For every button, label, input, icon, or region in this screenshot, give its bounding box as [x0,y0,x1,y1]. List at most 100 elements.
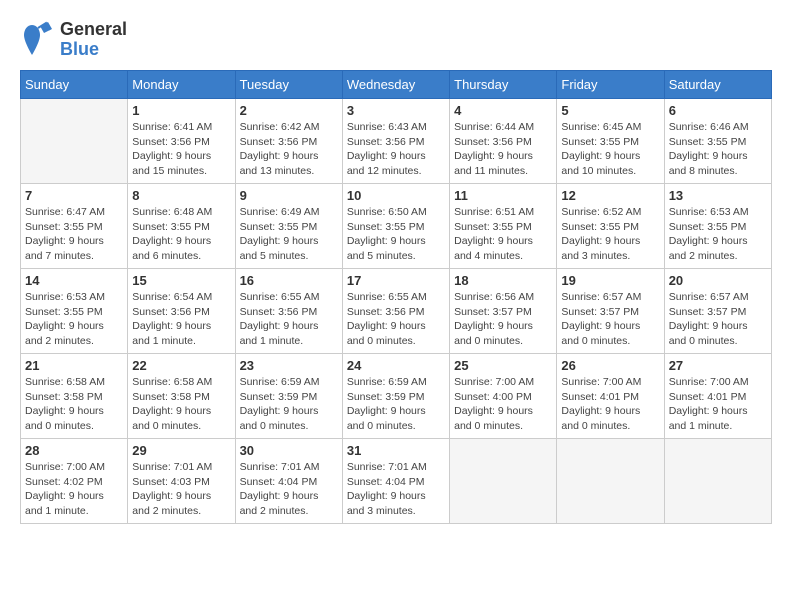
day-number: 9 [240,188,338,203]
sunset-label: Sunset: 3:55 PM [25,306,103,318]
sunset-label: Sunset: 3:56 PM [347,136,425,148]
day-number: 10 [347,188,445,203]
sunset-label: Sunset: 3:55 PM [669,136,747,148]
sunset-label: Sunset: 3:55 PM [669,221,747,233]
sunset-label: Sunset: 3:56 PM [240,136,318,148]
day-info: Sunrise: 6:41 AM Sunset: 3:56 PM Dayligh… [132,120,230,179]
daylight-label: Daylight: 9 hours and 0 minutes. [132,405,211,432]
day-info: Sunrise: 6:58 AM Sunset: 3:58 PM Dayligh… [25,375,123,434]
sunrise-label: Sunrise: 6:44 AM [454,121,534,133]
day-number: 17 [347,273,445,288]
day-number: 22 [132,358,230,373]
day-number: 23 [240,358,338,373]
calendar-cell: 11 Sunrise: 6:51 AM Sunset: 3:55 PM Dayl… [450,184,557,269]
day-number: 20 [669,273,767,288]
day-info: Sunrise: 7:00 AM Sunset: 4:01 PM Dayligh… [561,375,659,434]
sunrise-label: Sunrise: 6:58 AM [25,376,105,388]
daylight-label: Daylight: 9 hours and 11 minutes. [454,150,533,177]
sunrise-label: Sunrise: 6:48 AM [132,206,212,218]
day-info: Sunrise: 6:56 AM Sunset: 3:57 PM Dayligh… [454,290,552,349]
calendar-cell: 8 Sunrise: 6:48 AM Sunset: 3:55 PM Dayli… [128,184,235,269]
sunrise-label: Sunrise: 6:55 AM [240,291,320,303]
calendar-cell: 22 Sunrise: 6:58 AM Sunset: 3:58 PM Dayl… [128,354,235,439]
daylight-label: Daylight: 9 hours and 2 minutes. [25,320,104,347]
daylight-label: Daylight: 9 hours and 2 minutes. [132,490,211,517]
day-number: 18 [454,273,552,288]
sunrise-label: Sunrise: 6:49 AM [240,206,320,218]
calendar: SundayMondayTuesdayWednesdayThursdayFrid… [20,70,772,524]
calendar-cell: 16 Sunrise: 6:55 AM Sunset: 3:56 PM Dayl… [235,269,342,354]
sunset-label: Sunset: 3:55 PM [561,221,639,233]
daylight-label: Daylight: 9 hours and 13 minutes. [240,150,319,177]
day-info: Sunrise: 7:01 AM Sunset: 4:04 PM Dayligh… [240,460,338,519]
sunset-label: Sunset: 3:55 PM [347,221,425,233]
daylight-label: Daylight: 9 hours and 3 minutes. [347,490,426,517]
day-number: 25 [454,358,552,373]
day-info: Sunrise: 6:59 AM Sunset: 3:59 PM Dayligh… [240,375,338,434]
day-info: Sunrise: 7:00 AM Sunset: 4:02 PM Dayligh… [25,460,123,519]
day-info: Sunrise: 6:58 AM Sunset: 3:58 PM Dayligh… [132,375,230,434]
daylight-label: Daylight: 9 hours and 7 minutes. [25,235,104,262]
calendar-cell: 24 Sunrise: 6:59 AM Sunset: 3:59 PM Dayl… [342,354,449,439]
col-header-sunday: Sunday [21,71,128,99]
day-number: 29 [132,443,230,458]
calendar-cell: 7 Sunrise: 6:47 AM Sunset: 3:55 PM Dayli… [21,184,128,269]
calendar-cell: 3 Sunrise: 6:43 AM Sunset: 3:56 PM Dayli… [342,99,449,184]
day-info: Sunrise: 6:42 AM Sunset: 3:56 PM Dayligh… [240,120,338,179]
calendar-cell [557,439,664,524]
sunrise-label: Sunrise: 6:56 AM [454,291,534,303]
sunset-label: Sunset: 3:57 PM [561,306,639,318]
day-number: 19 [561,273,659,288]
day-number: 5 [561,103,659,118]
sunrise-label: Sunrise: 7:00 AM [454,376,534,388]
sunrise-label: Sunrise: 6:52 AM [561,206,641,218]
daylight-label: Daylight: 9 hours and 0 minutes. [240,405,319,432]
sunrise-label: Sunrise: 6:51 AM [454,206,534,218]
day-info: Sunrise: 6:50 AM Sunset: 3:55 PM Dayligh… [347,205,445,264]
sunset-label: Sunset: 3:55 PM [561,136,639,148]
calendar-cell: 10 Sunrise: 6:50 AM Sunset: 3:55 PM Dayl… [342,184,449,269]
sunset-label: Sunset: 4:04 PM [347,476,425,488]
day-number: 6 [669,103,767,118]
sunset-label: Sunset: 4:01 PM [669,391,747,403]
sunset-label: Sunset: 3:55 PM [240,221,318,233]
col-header-tuesday: Tuesday [235,71,342,99]
day-number: 14 [25,273,123,288]
day-info: Sunrise: 6:53 AM Sunset: 3:55 PM Dayligh… [25,290,123,349]
day-info: Sunrise: 6:57 AM Sunset: 3:57 PM Dayligh… [561,290,659,349]
calendar-cell [450,439,557,524]
calendar-cell: 2 Sunrise: 6:42 AM Sunset: 3:56 PM Dayli… [235,99,342,184]
logo-svg [20,20,60,60]
calendar-cell: 18 Sunrise: 6:56 AM Sunset: 3:57 PM Dayl… [450,269,557,354]
day-number: 8 [132,188,230,203]
sunrise-label: Sunrise: 6:50 AM [347,206,427,218]
sunset-label: Sunset: 4:02 PM [25,476,103,488]
calendar-cell: 27 Sunrise: 7:00 AM Sunset: 4:01 PM Dayl… [664,354,771,439]
calendar-cell: 14 Sunrise: 6:53 AM Sunset: 3:55 PM Dayl… [21,269,128,354]
daylight-label: Daylight: 9 hours and 0 minutes. [561,405,640,432]
day-info: Sunrise: 6:44 AM Sunset: 3:56 PM Dayligh… [454,120,552,179]
day-number: 12 [561,188,659,203]
day-info: Sunrise: 6:55 AM Sunset: 3:56 PM Dayligh… [240,290,338,349]
calendar-cell: 17 Sunrise: 6:55 AM Sunset: 3:56 PM Dayl… [342,269,449,354]
calendar-cell: 12 Sunrise: 6:52 AM Sunset: 3:55 PM Dayl… [557,184,664,269]
sunrise-label: Sunrise: 6:53 AM [25,291,105,303]
week-row-4: 28 Sunrise: 7:00 AM Sunset: 4:02 PM Dayl… [21,439,772,524]
week-row-2: 14 Sunrise: 6:53 AM Sunset: 3:55 PM Dayl… [21,269,772,354]
sunset-label: Sunset: 3:58 PM [132,391,210,403]
calendar-cell: 6 Sunrise: 6:46 AM Sunset: 3:55 PM Dayli… [664,99,771,184]
sunrise-label: Sunrise: 7:00 AM [561,376,641,388]
sunrise-label: Sunrise: 7:01 AM [347,461,427,473]
day-number: 4 [454,103,552,118]
calendar-cell: 1 Sunrise: 6:41 AM Sunset: 3:56 PM Dayli… [128,99,235,184]
day-number: 15 [132,273,230,288]
daylight-label: Daylight: 9 hours and 0 minutes. [454,405,533,432]
daylight-label: Daylight: 9 hours and 0 minutes. [347,405,426,432]
sunrise-label: Sunrise: 6:46 AM [669,121,749,133]
sunrise-label: Sunrise: 6:55 AM [347,291,427,303]
day-number: 24 [347,358,445,373]
logo: General Blue [20,20,127,60]
daylight-label: Daylight: 9 hours and 0 minutes. [454,320,533,347]
day-info: Sunrise: 6:46 AM Sunset: 3:55 PM Dayligh… [669,120,767,179]
sunrise-label: Sunrise: 6:58 AM [132,376,212,388]
